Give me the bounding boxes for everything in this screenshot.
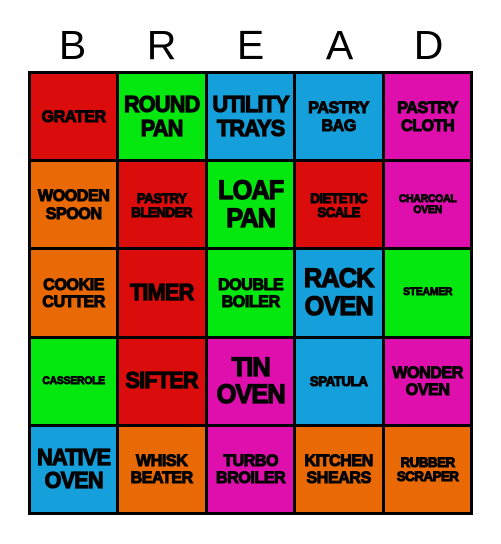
bingo-cell-label: GRATER [41,106,106,126]
bingo-cell[interactable]: PASTRY BLENDER [119,162,205,248]
bingo-cell-label: DOUBLE BOILER [217,274,284,311]
bingo-cell[interactable]: CHARCOAL OVEN [384,162,470,248]
bingo-cell-label: TIMER [130,279,195,306]
bingo-cell[interactable]: TIN OVEN [207,338,294,424]
bingo-cell-label: WONDER OVEN [391,362,463,400]
bingo-cell-label: STEAMER [402,286,452,299]
bingo-cell[interactable]: TIMER [119,250,205,336]
bingo-grid: GRATER ROUND PAN UTILITY TRAYS PASTRY BAG PA… [28,71,473,515]
bingo-cell-label: NATIVE OVEN [37,443,112,494]
bingo-cell-label: CASSEROLE [42,374,106,387]
bingo-cell[interactable]: WONDER OVEN [384,338,470,424]
bingo-cell-label: PASTRY CLOTH [396,98,458,135]
bingo-cell-label: LOAF PAN [217,175,285,233]
bingo-cell-label: WOODEN SPOON [37,186,110,223]
bingo-cell[interactable]: RUBBER SCRAPER [384,426,470,512]
header-letter-e: E [236,21,265,68]
header-letter-r: R [146,21,177,68]
bingo-cell[interactable]: WOODEN SPOON [31,162,117,248]
bingo-card: B R E A D GRATER ROUND PAN UTILITY TRAYS PA… [0,0,501,544]
bingo-cell[interactable]: PASTRY BAG [296,74,382,160]
bingo-cell-label: COOKIE CUTTER [42,274,106,311]
bingo-header-letters: B R E A D [28,20,473,70]
bingo-cell[interactable]: DOUBLE BOILER [207,250,294,336]
bingo-cell-label: SIFTER [125,367,199,394]
bingo-cell-label: WHISK BEATER [130,451,194,488]
bingo-cell[interactable]: KITCHEN SHEARS [296,426,382,512]
bingo-cell[interactable]: GRATER [31,74,117,160]
bingo-cell-label: KITCHEN SHEARS [304,451,374,488]
bingo-cell[interactable]: NATIVE OVEN [31,426,117,512]
bingo-cell-label: DIETETIC SCALE [310,189,368,220]
bingo-cell-label: TIN OVEN [216,351,286,410]
bingo-cell-label: UTILITY TRAYS [212,91,290,141]
bingo-cell[interactable]: SIFTER [119,338,205,424]
header-letter-a: A [325,21,354,68]
bingo-cell[interactable]: DIETETIC SCALE [296,162,382,248]
bingo-cell[interactable]: TURBO BROILER [207,426,294,512]
bingo-cell[interactable]: STEAMER [384,250,470,336]
bingo-cell[interactable]: WHISK BEATER [119,426,205,512]
bingo-cell-label: PASTRY BLENDER [131,189,193,220]
header-letter-d: D [413,21,444,68]
bingo-cell[interactable]: PASTRY CLOTH [384,74,470,160]
bingo-cell-label: CHARCOAL OVEN [398,192,457,216]
bingo-cell[interactable]: CASSEROLE [31,338,117,424]
bingo-cell[interactable]: LOAF PAN [207,162,294,248]
bingo-cell-label: SPATULA [310,373,369,390]
bingo-cell[interactable]: RACK OVEN [296,250,382,336]
header-letter-b: B [58,21,87,68]
bingo-cell[interactable]: UTILITY TRAYS [207,74,294,160]
bingo-cell[interactable]: SPATULA [296,338,382,424]
bingo-cell-label: RACK OVEN [303,263,375,321]
bingo-cell-label: TURBO BROILER [215,451,286,488]
bingo-cell-label: ROUND PAN [124,91,201,141]
bingo-cell-label: PASTRY BAG [308,98,370,135]
bingo-cell-label: RUBBER SCRAPER [396,454,459,485]
bingo-cell[interactable]: COOKIE CUTTER [31,250,117,336]
bingo-cell[interactable]: ROUND PAN [119,74,205,160]
